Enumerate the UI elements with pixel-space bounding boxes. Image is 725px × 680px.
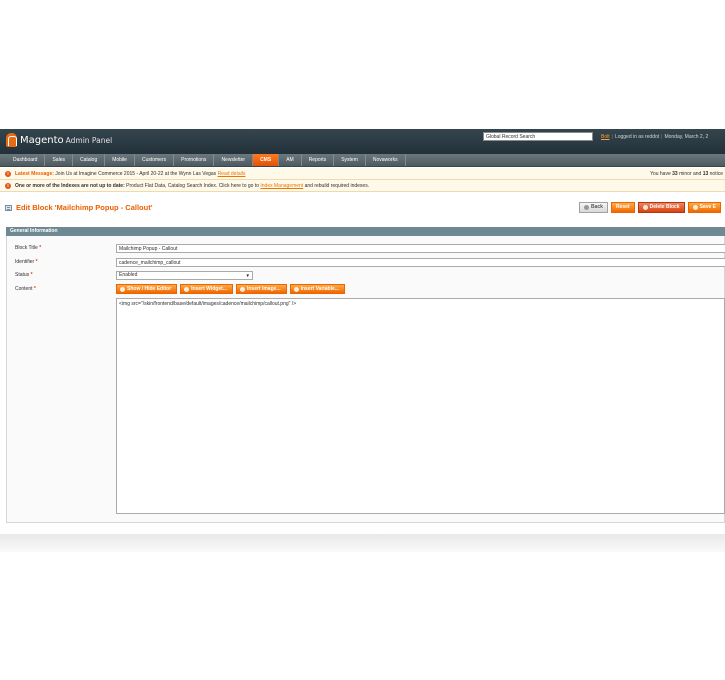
block-title-label: Block Title * xyxy=(15,245,41,251)
dropdown-arrow-icon: ▼ xyxy=(245,273,250,278)
back-button[interactable]: Back xyxy=(579,202,608,213)
nav-novaworks[interactable]: Novaworks xyxy=(366,154,406,166)
show-hide-label: Show / Hide Editor xyxy=(127,285,172,292)
block-title-input[interactable] xyxy=(116,244,725,253)
notice-pre: You have xyxy=(650,171,673,177)
identifier-input[interactable] xyxy=(116,258,725,267)
latest-message-label: Latest Message: xyxy=(15,171,54,177)
index-management-link[interactable]: Index Management xyxy=(260,183,303,189)
insert-variable-label: Insert Variable... xyxy=(300,285,339,292)
nav-cms[interactable]: CMS xyxy=(253,154,280,166)
nav-promotions[interactable]: Promotions xyxy=(174,154,215,166)
required-mark: * xyxy=(39,245,42,251)
save-label: Save E xyxy=(699,204,716,210)
editor-icon xyxy=(120,286,125,292)
variable-icon xyxy=(293,286,299,292)
required-mark: * xyxy=(33,286,36,292)
nav-am[interactable]: AM xyxy=(279,154,302,166)
content-textarea[interactable]: <img src="/skin/frontend/base/default/im… xyxy=(116,298,725,514)
header-user-links: Bolt | Logged in as reddot | Monday, March 2… xyxy=(601,134,708,140)
notice-post: notice xyxy=(708,171,723,177)
status-select[interactable]: Enabled ▼ xyxy=(116,271,253,280)
latest-message-text: Join Us at Imagine Commerce 2015 - April… xyxy=(55,171,217,177)
insert-widget-label: Insert Widget... xyxy=(191,285,227,292)
logo-brand: Magento xyxy=(20,134,64,146)
nav-newsletter[interactable]: Newsletter xyxy=(214,154,254,166)
image-icon xyxy=(239,286,245,292)
block-title-label-text: Block Title xyxy=(15,245,38,251)
magento-logo-icon xyxy=(6,133,17,147)
save-block-button[interactable]: Save E xyxy=(687,202,721,213)
nav-system[interactable]: System xyxy=(334,154,366,166)
alert-icon: ! xyxy=(5,183,11,189)
nav-reports[interactable]: Reports xyxy=(302,154,335,166)
insert-image-label: Insert Image... xyxy=(246,285,281,292)
section-header: General Information xyxy=(6,227,725,236)
required-mark: * xyxy=(35,259,38,265)
back-arrow-icon xyxy=(584,205,589,210)
index-warning-text: Product Flat Data, Catalog Search Index.… xyxy=(126,183,259,189)
user-link-bolt[interactable]: Bolt xyxy=(601,134,610,140)
cms-block-icon xyxy=(5,204,12,211)
page-title: Edit Block 'Mailchimp Popup - Callout' xyxy=(5,203,153,212)
admin-header: MagentoAdmin Panel Bolt|Logged in as red… xyxy=(0,129,725,154)
notice-summary: You have 33 minor and 13 notice xyxy=(650,168,723,180)
delete-block-button[interactable]: Delete Block xyxy=(637,202,685,213)
required-mark: * xyxy=(30,272,33,278)
page-title-text: Edit Block 'Mailchimp Popup - Callout' xyxy=(16,203,153,212)
separator: | xyxy=(611,134,613,140)
index-warning-tail: and rebuild required indexes. xyxy=(304,183,370,189)
status-label-text: Status xyxy=(15,272,30,278)
identifier-label: Identifier * xyxy=(15,259,38,265)
nav-customers[interactable]: Customers xyxy=(135,154,175,166)
header-date: Monday, March 2, 2 xyxy=(664,134,709,140)
delete-label: Delete Block xyxy=(649,204,680,210)
identifier-label-text: Identifier xyxy=(15,259,35,265)
back-label: Back xyxy=(591,204,603,210)
nav-mobile[interactable]: Mobile xyxy=(105,154,135,166)
nav-sales[interactable]: Sales xyxy=(45,154,73,166)
main-nav: Dashboard Sales Catalog Mobile Customers… xyxy=(0,154,725,167)
insert-image-button[interactable]: Insert Image... xyxy=(235,284,287,294)
form-buttons: Back Reset Delete Block Save E xyxy=(579,202,721,213)
show-hide-editor-button[interactable]: Show / Hide Editor xyxy=(116,284,178,294)
save-icon xyxy=(692,205,698,210)
editor-toolbar: Show / Hide Editor Insert Widget... Inse… xyxy=(116,284,345,294)
global-search-input[interactable] xyxy=(483,132,593,141)
footer-band xyxy=(0,534,725,552)
insert-variable-button[interactable]: Insert Variable... xyxy=(289,284,345,294)
alert-icon: ! xyxy=(5,171,11,177)
logo-sub: Admin Panel xyxy=(65,135,113,145)
separator: | xyxy=(661,134,663,140)
content-label: Content * xyxy=(15,286,36,292)
notice-mid: minor and xyxy=(677,171,703,177)
widget-icon xyxy=(184,286,190,292)
latest-message-bar: ! Latest Message: Join Us at Imagine Com… xyxy=(0,168,725,180)
nav-catalog[interactable]: Catalog xyxy=(73,154,106,166)
status-value: Enabled xyxy=(119,272,138,278)
content-label-text: Content xyxy=(15,286,33,292)
index-warning-label: One or more of the Indexes are not up to… xyxy=(15,183,125,189)
nav-dashboard[interactable]: Dashboard xyxy=(6,154,46,166)
magento-logo[interactable]: Magento Admin Panel xyxy=(6,133,112,147)
logged-in-text: Logged in as reddot xyxy=(614,134,660,140)
status-label: Status * xyxy=(15,272,33,278)
reset-button[interactable]: Reset xyxy=(610,202,635,213)
index-warning-bar: ! One or more of the Indexes are not up … xyxy=(0,180,725,192)
insert-widget-button[interactable]: Insert Widget... xyxy=(180,284,233,294)
delete-icon xyxy=(642,205,648,210)
logo-text: Magento Admin Panel xyxy=(20,135,112,146)
read-details-link[interactable]: Read details xyxy=(218,171,246,177)
